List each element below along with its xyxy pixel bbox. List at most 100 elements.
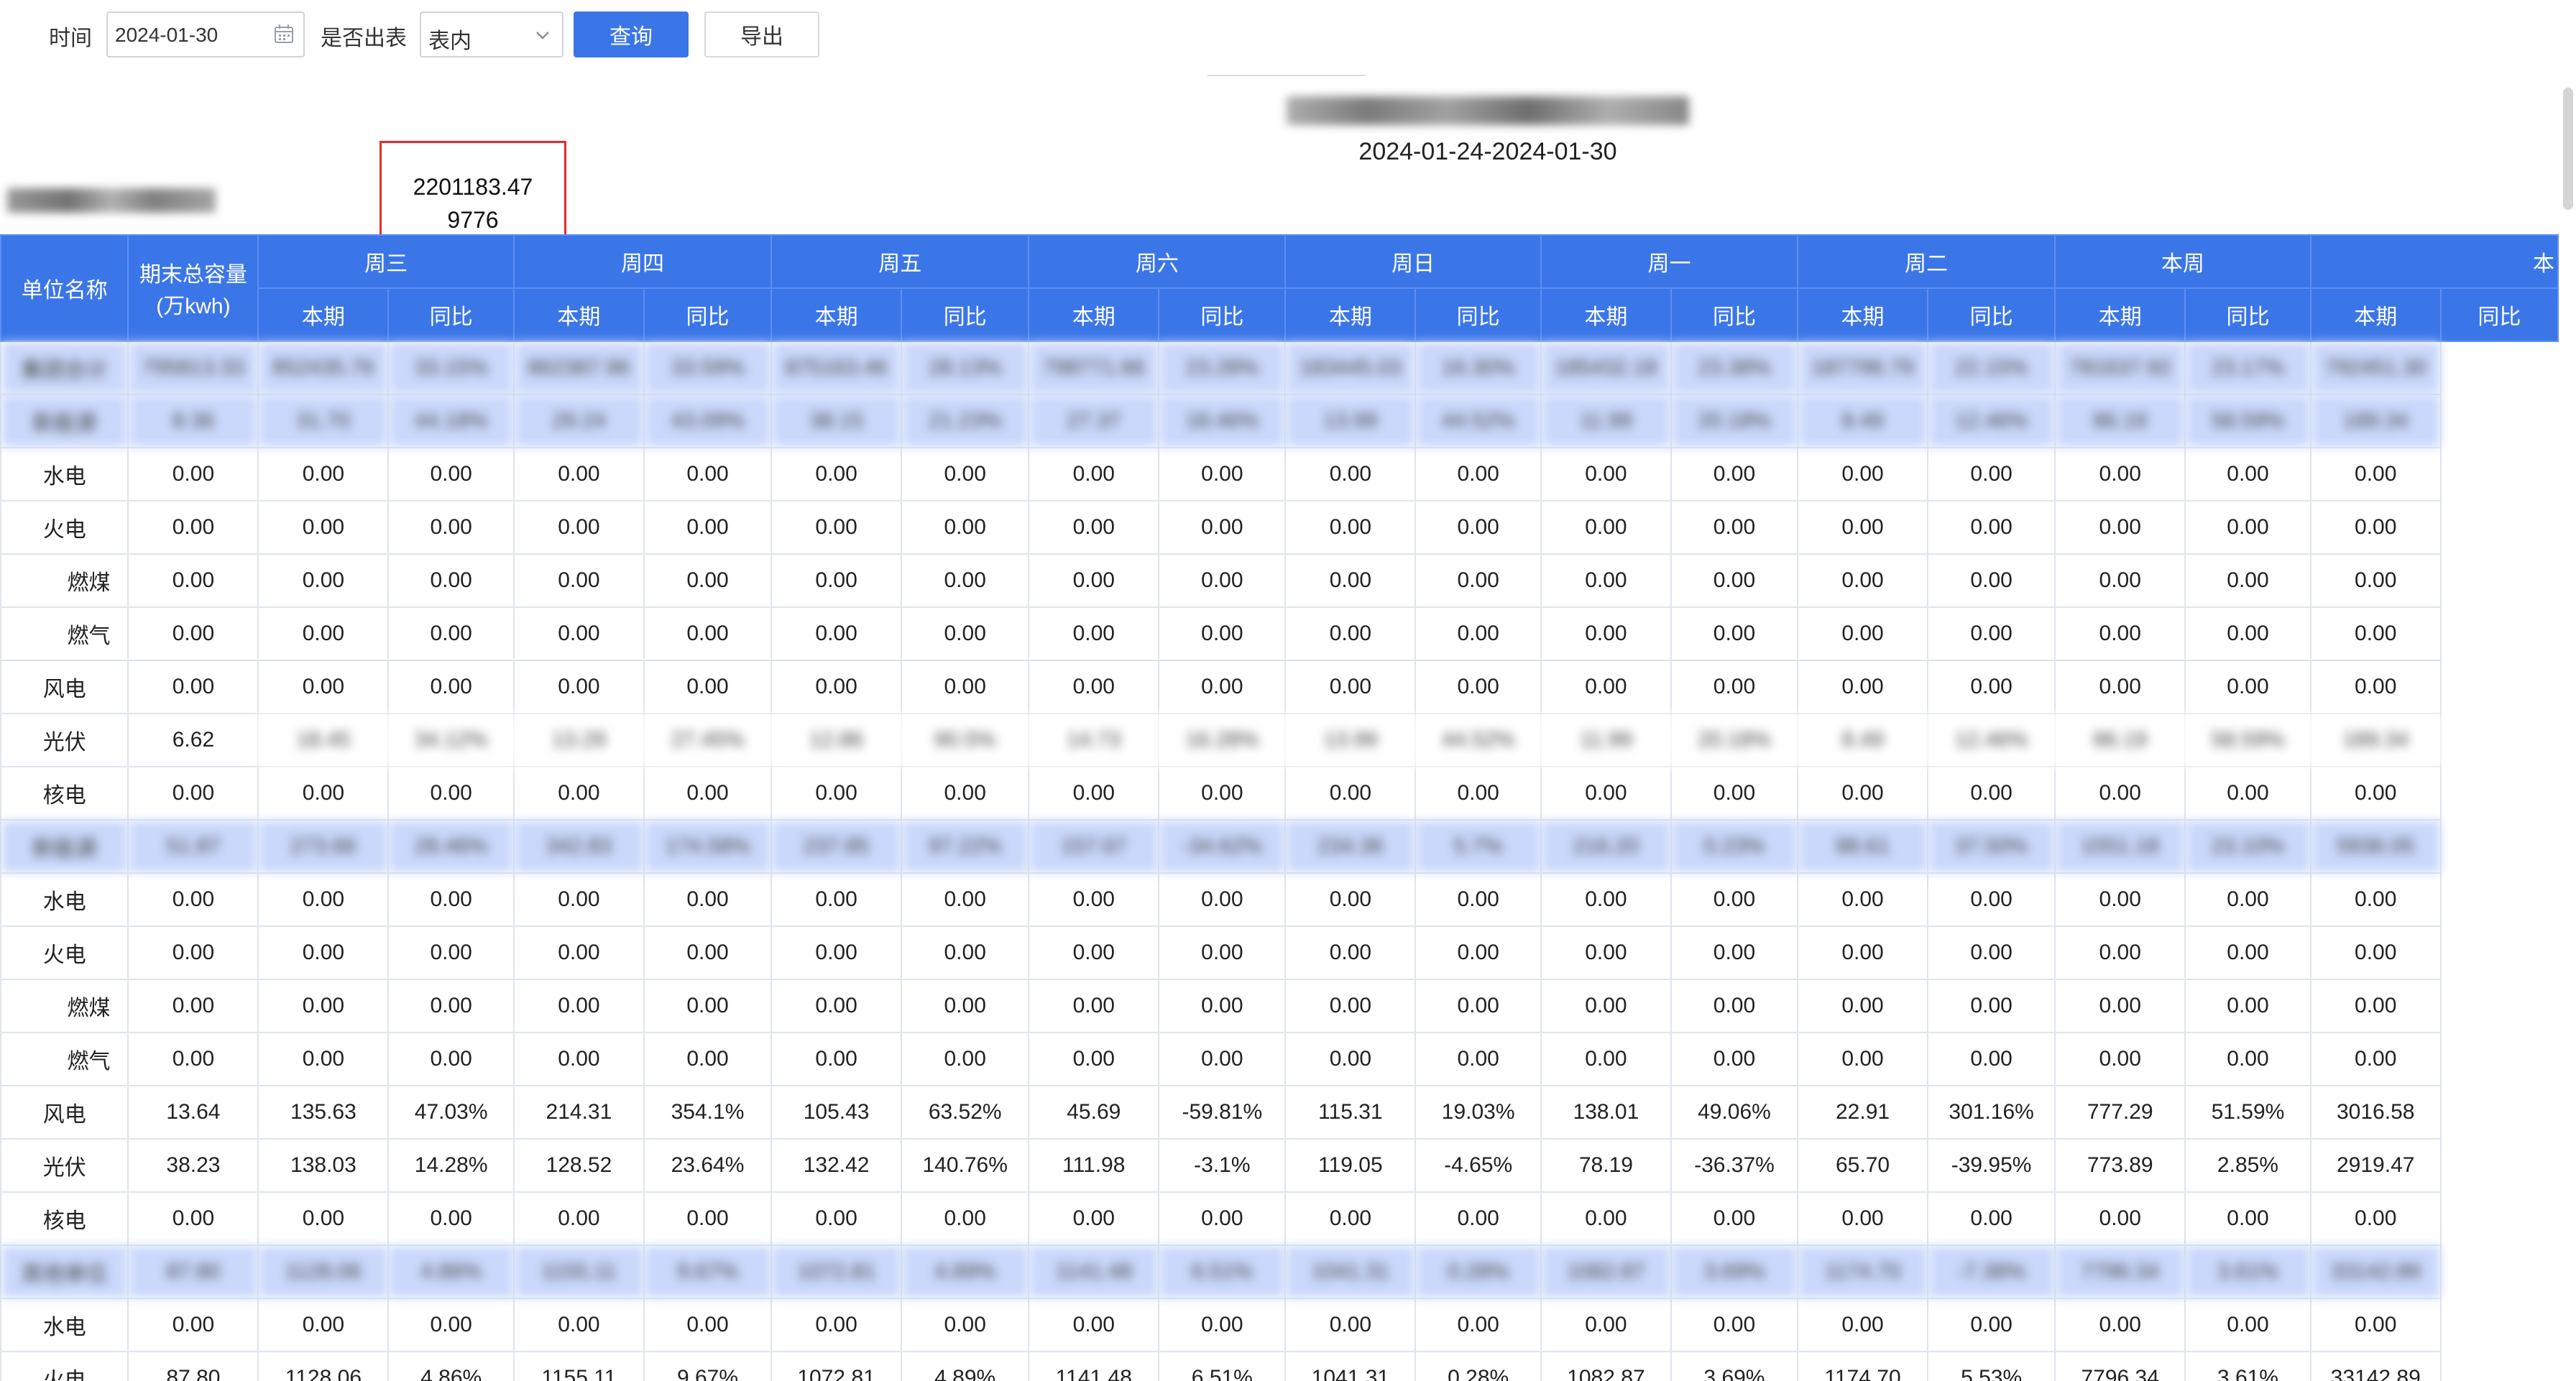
table-cell: 2919.47 [2309,1138,2442,1193]
table-cell: 7796.34 [2054,1244,2186,1299]
table-cell: 0.00 [1670,979,1799,1033]
table-cell: 0.00 [1414,1191,1542,1246]
table-cell: 0.00 [2184,766,2312,821]
table-cell: 0.00 [127,1298,259,1352]
table-row: 燃煤 0.00 0.00 0.00 0.00 0.00 0.00 0.00 0.00 0.00 0.… [0,553,2558,608]
table-cell: 0.00 [1926,1191,2056,1246]
table-cell: 185432.18 [1540,341,1672,395]
header-capacity: 期末总容量 (万kwh) [127,234,259,342]
table-cell: 115.31 [1284,1085,1417,1140]
table-cell: 0.00 [1670,1298,1799,1352]
query-button[interactable]: 查询 [574,11,689,57]
table-cell: -34.62% [1158,819,1287,874]
date-picker[interactable] [106,11,305,57]
table-cell: 0.00 [2309,979,2442,1033]
table-cell: 0.00 [1540,979,1672,1033]
table-cell: 7796.34 [2054,1351,2186,1381]
header-current: 本期 [1028,287,1160,342]
table-cell: 43.09% [643,394,773,448]
row-unit-name: 火电 [0,1351,129,1381]
table-cell: 105.43 [770,1085,903,1140]
table-cell: 0.00 [1797,1298,1928,1352]
group-row: 其他单位 87.80 1128.06 4.86% 1155.11 9.67% 1072.81… [0,1244,2558,1299]
date-input[interactable] [114,13,267,57]
header-current: 本期 [1540,287,1672,342]
table-cell: -59.81% [1158,1085,1287,1140]
header-yoy: 同比 [901,287,1030,342]
table-cell: 0.00 [643,1298,773,1352]
header-yoy: 同比 [1158,287,1287,342]
table-cell: 0.00 [257,500,390,555]
table-cell: 0.00 [1284,447,1417,502]
table-cell: 0.00 [2309,606,2442,661]
table-row: 光伏 38.23 138.03 14.28% 128.52 23.64% 132.42 140… [0,1138,2558,1193]
row-unit-name: 燃气 [0,1032,129,1086]
header-current: 本期 [1797,287,1928,342]
table-cell: 13.99 [1284,394,1417,448]
table-cell: 63.52% [901,1085,1030,1140]
table-cell: 0.00 [387,606,515,661]
table-cell: 0.00 [257,872,390,927]
table-cell: 0.00 [1540,553,1672,608]
report-title-redacted [1287,96,1689,125]
table-cell: 0.00 [1540,447,1672,502]
table-cell: 13.64 [127,1085,259,1140]
table-cell: 0.00 [2184,872,2312,927]
report-date-range: 2024-01-24-2024-01-30 [1358,138,1617,165]
table-cell: 21.23% [901,394,1030,448]
table-cell: 0.00 [1028,872,1160,927]
table-cell: 234.36 [1284,819,1417,874]
table-cell: 0.00 [257,1298,390,1352]
table-cell: 0.00 [387,447,515,502]
table-cell: -7.38% [1926,1244,2056,1299]
table-cell: 0.00 [1158,500,1287,555]
table-cell: 0.00 [2184,979,2312,1033]
table-cell: 16.28% [1158,713,1287,767]
table-cell: 0.00 [770,606,903,661]
table-cell: 51.87 [127,819,259,874]
header-current: 本期 [512,287,645,342]
table-cell: 0.00 [1670,1032,1799,1086]
table-cell: 0.00 [1797,979,1928,1033]
table-cell: 0.00 [1158,606,1287,661]
table-cell: 0.00 [1540,925,1672,980]
table-cell: 0.00 [512,660,645,714]
table-cell: 183445.03 [1284,341,1417,395]
output-select[interactable]: 表内 [420,11,564,57]
table-cell: 0.00 [1540,660,1672,714]
header-day: 本周 [2054,234,2312,289]
table-cell: 0.00 [127,1191,259,1246]
table-cell: 0.00 [512,553,645,608]
table-cell: 0.00 [387,660,515,714]
table-cell: 0.00 [2184,447,2312,502]
table-cell: 0.00 [1284,500,1417,555]
table-cell: 0.00 [1926,660,2056,714]
table-cell: 0.00 [257,606,390,661]
table-cell: 0.00 [257,925,390,980]
table-cell: 1128.06 [257,1244,390,1299]
table-cell: 0.00 [2309,553,2442,608]
table-cell: 781637.92 [2054,341,2186,395]
divider [1208,75,1366,79]
table-cell: 0.00 [2054,553,2186,608]
row-unit-name: 火电 [0,925,129,980]
highlight-value-2: 9776 [447,207,499,233]
table-row: 火电 87.80 1128.06 4.86% 1155.11 9.67% 1072.81 4.… [0,1351,2558,1381]
table-cell: 23.64% [643,1138,773,1193]
table-cell: 0.00 [1158,1298,1287,1352]
table-cell: 13.29 [512,713,645,767]
table-cell: 5.7% [1414,819,1542,874]
table-cell: 0.00 [2054,1191,2186,1246]
table-cell: 1141.48 [1028,1351,1160,1381]
table-cell: -3.1% [1158,1138,1287,1193]
export-button[interactable]: 导出 [704,11,819,57]
table-cell: 0.00 [2054,1298,2186,1352]
vertical-scrollbar[interactable] [2563,88,2573,210]
table-cell: 216.20 [1540,819,1672,874]
row-unit-name: 水电 [0,447,129,502]
table-cell: 23.17% [2184,341,2312,395]
time-label: 时间 [49,27,92,50]
header-day: 周五 [770,234,1030,289]
table-cell: 0.00 [1926,447,2056,502]
calendar-icon[interactable] [273,23,295,45]
